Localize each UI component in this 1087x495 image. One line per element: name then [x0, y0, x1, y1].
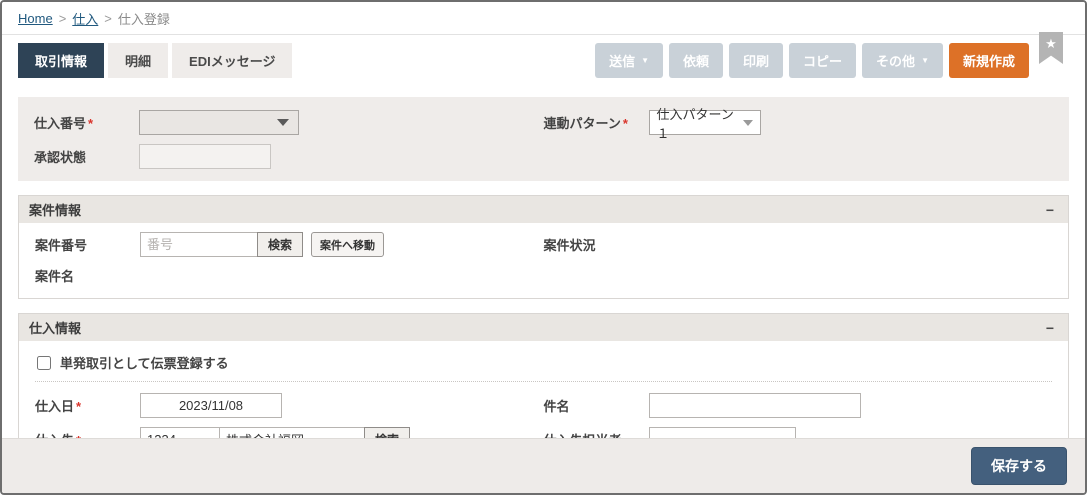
breadcrumb-separator: >: [58, 11, 67, 26]
approval-status-label: 承認状態: [34, 150, 87, 165]
required-mark: *: [76, 399, 82, 414]
project-status-label: 案件状況: [543, 238, 596, 253]
request-button[interactable]: 依頼: [669, 43, 724, 78]
link-pattern-label: 連動パターン *: [543, 116, 628, 131]
breadcrumb-separator: >: [104, 11, 112, 26]
print-button[interactable]: 印刷: [729, 43, 784, 78]
chevron-down-icon: [742, 119, 753, 126]
purchase-info-title: 仕入情報: [29, 321, 82, 336]
link-pattern-select[interactable]: 仕入パターン１: [648, 107, 761, 141]
supplier-label: 仕入先*: [35, 430, 140, 438]
supplier-contact-input[interactable]: [648, 427, 796, 438]
project-info-title: 案件情報: [29, 203, 82, 218]
approval-status-field: [139, 144, 271, 169]
breadcrumb-shiire-link[interactable]: 仕入: [72, 9, 98, 28]
project-search-button[interactable]: 検索: [257, 232, 304, 257]
project-number-label: 案件番号: [35, 238, 88, 253]
tab-details[interactable]: 明細: [108, 43, 169, 78]
purchase-number-select[interactable]: [139, 110, 299, 135]
supplier-name-input[interactable]: [219, 427, 365, 438]
project-info-header: 案件情報 −: [19, 196, 1068, 223]
general-panel: 仕入番号 * 連動パターン * 仕入パターン１ 承認状態: [18, 97, 1069, 181]
copy-button[interactable]: コピー: [789, 43, 857, 78]
purchase-info-header: 仕入情報 −: [19, 314, 1068, 341]
required-mark: *: [88, 116, 94, 131]
required-mark: *: [622, 116, 628, 131]
app-window: Home > 仕入 > 仕入登録 取引情報 明細 EDIメッセージ 送信 ▼ 依頼…: [0, 0, 1087, 495]
project-name-label: 案件名: [35, 269, 75, 284]
project-number-input[interactable]: [140, 232, 258, 257]
goto-project-button[interactable]: 案件へ移動: [311, 232, 385, 257]
single-transaction-checkbox[interactable]: [37, 355, 51, 370]
purchase-date-input[interactable]: [140, 393, 282, 418]
supplier-contact-label: 仕入先担当者: [544, 430, 649, 438]
other-button[interactable]: その他 ▼: [862, 43, 943, 78]
tab-bar: 取引情報 明細 EDIメッセージ: [18, 43, 293, 78]
breadcrumb: Home > 仕入 > 仕入登録: [2, 2, 1085, 35]
collapse-minus-icon[interactable]: −: [1042, 320, 1058, 336]
create-new-button[interactable]: 新規作成: [948, 43, 1029, 78]
purchase-date-label: 仕入日 *: [35, 399, 82, 414]
breadcrumb-current: 仕入登録: [117, 12, 170, 27]
purchase-info-section: 仕入情報 − 単発取引として伝票登録する 仕入日* 件名: [18, 313, 1069, 438]
supplier-code-input[interactable]: [140, 427, 220, 438]
purchase-number-label: 仕入番号 *: [34, 116, 94, 131]
main-content: 仕入番号 * 連動パターン * 仕入パターン１ 承認状態 案件情報 − 案件番号…: [2, 77, 1085, 438]
breadcrumb-home-link[interactable]: Home: [18, 11, 53, 26]
single-transaction-row: 単発取引として伝票登録する: [35, 350, 1052, 381]
subject-label: 件名: [543, 399, 570, 414]
chevron-down-icon: ▼: [641, 55, 649, 65]
action-buttons: 送信 ▼ 依頼 印刷 コピー その他 ▼ 新規作成: [595, 43, 1029, 78]
supplier-search-button[interactable]: 検索: [364, 427, 411, 438]
single-transaction-label: 単発取引として伝票登録する: [60, 356, 229, 371]
footer-bar: 保存する: [2, 438, 1085, 493]
chevron-down-icon: ▼: [921, 55, 929, 65]
tab-edi-message[interactable]: EDIメッセージ: [172, 43, 293, 78]
toolbar: 取引情報 明細 EDIメッセージ 送信 ▼ 依頼 印刷 コピー その他 ▼ 新規作成: [2, 35, 1085, 78]
project-info-section: 案件情報 − 案件番号 検索 案件へ移動 案件状況: [18, 195, 1069, 299]
collapse-minus-icon[interactable]: −: [1042, 202, 1058, 218]
save-button[interactable]: 保存する: [971, 447, 1067, 485]
chevron-down-icon: [277, 119, 289, 126]
tab-transaction-info[interactable]: 取引情報: [18, 43, 105, 78]
subject-input[interactable]: [648, 393, 861, 418]
send-button[interactable]: 送信 ▼: [595, 43, 663, 78]
dotted-divider: [35, 381, 1052, 382]
